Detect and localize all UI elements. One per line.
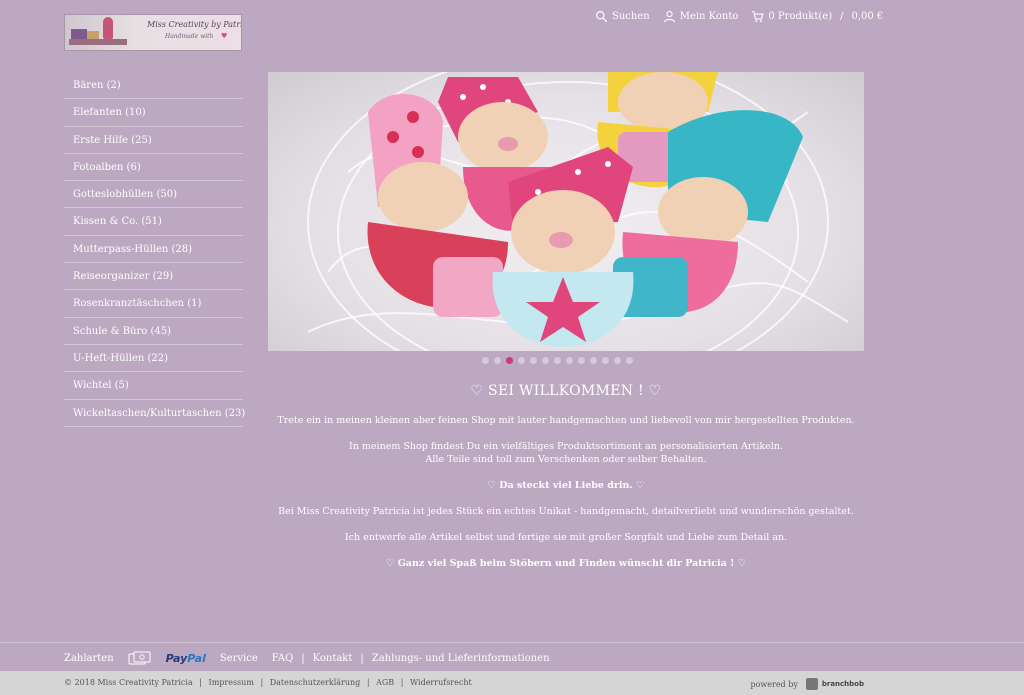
sidebar-item-fotoalben[interactable]: Fotoalben (6) <box>64 154 243 182</box>
copyright-text: © 2018 Miss Creativity Patricia <box>64 678 193 687</box>
paypal-pay-text: Pay <box>165 651 188 665</box>
sidebar-item-wichtel[interactable]: Wichtel (5) <box>64 372 243 400</box>
logo-box-illustration <box>87 31 99 39</box>
top-navigation: Suchen Mein Konto 0 Produkt(e) / 0,00 € <box>595 8 883 24</box>
paypal-logo: PayPal <box>166 652 206 665</box>
footer-separator: | <box>400 678 404 687</box>
search-label: Suchen <box>612 10 650 22</box>
sidebar-item-erste-hilfe[interactable]: Erste Hilfe (25) <box>64 127 243 154</box>
search-link[interactable]: Suchen <box>595 10 650 23</box>
footer-link-service[interactable]: Service <box>220 653 258 664</box>
slider-dot[interactable] <box>626 357 633 364</box>
slider-dot[interactable] <box>566 357 573 364</box>
cart-link[interactable]: 0 Produkt(e) / 0,00 € <box>751 10 883 23</box>
footer-separator: | <box>360 652 364 664</box>
footer-link-datenschutz[interactable]: Datenschutzerklärung <box>270 678 361 687</box>
welcome-section: ♡ SEI WILLKOMMEN ! ♡ Trete ein in meinen… <box>268 383 864 583</box>
sidebar-item-gotteslobhuellen[interactable]: Gotteslobhüllen (50) <box>64 181 243 209</box>
welcome-paragraph-6: ♡ Ganz viel Spaß beim Stöbern und Finden… <box>385 558 747 569</box>
search-icon <box>596 10 608 22</box>
welcome-paragraph-2b: Alle Teile sind toll zum Verschenken ode… <box>425 454 707 465</box>
sidebar-item-kissen[interactable]: Kissen & Co. (51) <box>64 208 243 236</box>
branchbob-logo-icon <box>805 678 818 690</box>
account-label: Mein Konto <box>679 10 739 22</box>
slider-dot[interactable] <box>494 357 501 364</box>
welcome-paragraph-1: Trete ein in meinen kleinen aber feinen … <box>277 415 855 426</box>
footer-separator: | <box>301 652 305 664</box>
sidebar-item-reiseorganizer[interactable]: Reiseorganizer (29) <box>64 263 243 291</box>
slider-dot[interactable] <box>530 357 537 364</box>
footer-separator: | <box>366 678 370 687</box>
cart-count: 0 Produkt(e) <box>768 10 833 22</box>
welcome-paragraph-4: Bei Miss Creativity Patricia ist jedes S… <box>278 506 854 517</box>
welcome-paragraph-5: Ich entwerfe alle Artikel selbst und fer… <box>344 532 788 543</box>
footer-legal-bar: © 2018 Miss Creativity Patricia | Impres… <box>0 671 1024 695</box>
site-logo[interactable]: Miss Creativity by Patricia Handmade wit… <box>64 14 242 51</box>
slider-dot[interactable] <box>590 357 597 364</box>
slider-dot[interactable] <box>542 357 549 364</box>
slider-dot[interactable] <box>578 357 585 364</box>
slider-pagination <box>482 357 633 364</box>
sidebar-item-mutterpass[interactable]: Mutterpass-Hüllen (28) <box>64 236 243 264</box>
powered-by-text: powered by <box>750 679 798 689</box>
cash-payment-icon <box>128 651 151 665</box>
slider-dot[interactable] <box>482 357 489 364</box>
gnomes-illustration <box>307 72 849 351</box>
logo-shelf-illustration <box>69 39 127 45</box>
slider-dot[interactable] <box>554 357 561 364</box>
logo-doll-illustration <box>103 17 113 39</box>
footer-link-widerrufsrecht[interactable]: Widerrufsrecht <box>410 678 472 687</box>
sidebar-item-elefanten[interactable]: Elefanten (10) <box>64 99 243 127</box>
category-sidebar: Bären (2) Elefanten (10) Erste Hilfe (25… <box>64 72 245 427</box>
footer-link-faq[interactable]: FAQ <box>272 653 294 664</box>
welcome-title: ♡ SEI WILLKOMMEN ! ♡ <box>470 383 662 399</box>
logo-brand-text: Miss Creativity by Patricia <box>147 20 241 29</box>
footer-separator: | <box>199 678 202 687</box>
welcome-paragraph-3: ♡ Da steckt viel Liebe drin. ♡ <box>487 480 645 491</box>
sidebar-item-schule-buero[interactable]: Schule & Büro (45) <box>64 318 243 345</box>
slider-dot[interactable] <box>602 357 609 364</box>
sidebar-item-wickeltaschen[interactable]: Wickeltaschen/Kulturtaschen (23) <box>64 400 245 427</box>
sidebar-item-rosenkranz[interactable]: Rosenkranztäschchen (1) <box>64 290 243 318</box>
footer-link-impressum[interactable]: Impressum <box>209 678 254 687</box>
footer-link-agb[interactable]: AGB <box>376 678 394 687</box>
footer-separator: | <box>260 678 264 687</box>
welcome-paragraph-2: In meinem Shop findest Du ein vielfältig… <box>268 440 864 466</box>
logo-box-illustration <box>71 29 87 39</box>
footer-link-kontakt[interactable]: Kontakt <box>313 653 353 664</box>
user-icon <box>663 10 675 22</box>
cart-separator: / <box>840 10 844 22</box>
payment-methods-label: Zahlarten <box>64 652 114 664</box>
slider-dot[interactable] <box>506 357 513 364</box>
heart-icon: ♥ <box>221 32 228 40</box>
welcome-paragraph-2a: In meinem Shop findest Du ein vielfältig… <box>349 441 783 452</box>
sidebar-item-baeren[interactable]: Bären (2) <box>64 72 243 100</box>
paypal-pal-text: Pal <box>187 651 206 665</box>
cart-icon <box>752 10 764 22</box>
hero-slider-image[interactable] <box>268 72 864 351</box>
slider-dot[interactable] <box>518 357 525 364</box>
cart-total: 0,00 € <box>851 10 884 22</box>
footer-link-zahlungs-lieferinfo[interactable]: Zahlungs- und Lieferinformationen <box>372 653 550 664</box>
powered-by-link[interactable]: powered by branchbob <box>750 678 864 690</box>
branchbob-text: branchbob <box>821 680 864 688</box>
account-link[interactable]: Mein Konto <box>663 10 739 23</box>
logo-sub-text: Handmade with <box>165 33 214 40</box>
slider-dot[interactable] <box>614 357 621 364</box>
footer-links-bar: Zahlarten PayPal Service FAQ | Kontakt |… <box>0 642 1024 671</box>
sidebar-item-u-heft[interactable]: U-Heft-Hüllen (22) <box>64 345 243 373</box>
